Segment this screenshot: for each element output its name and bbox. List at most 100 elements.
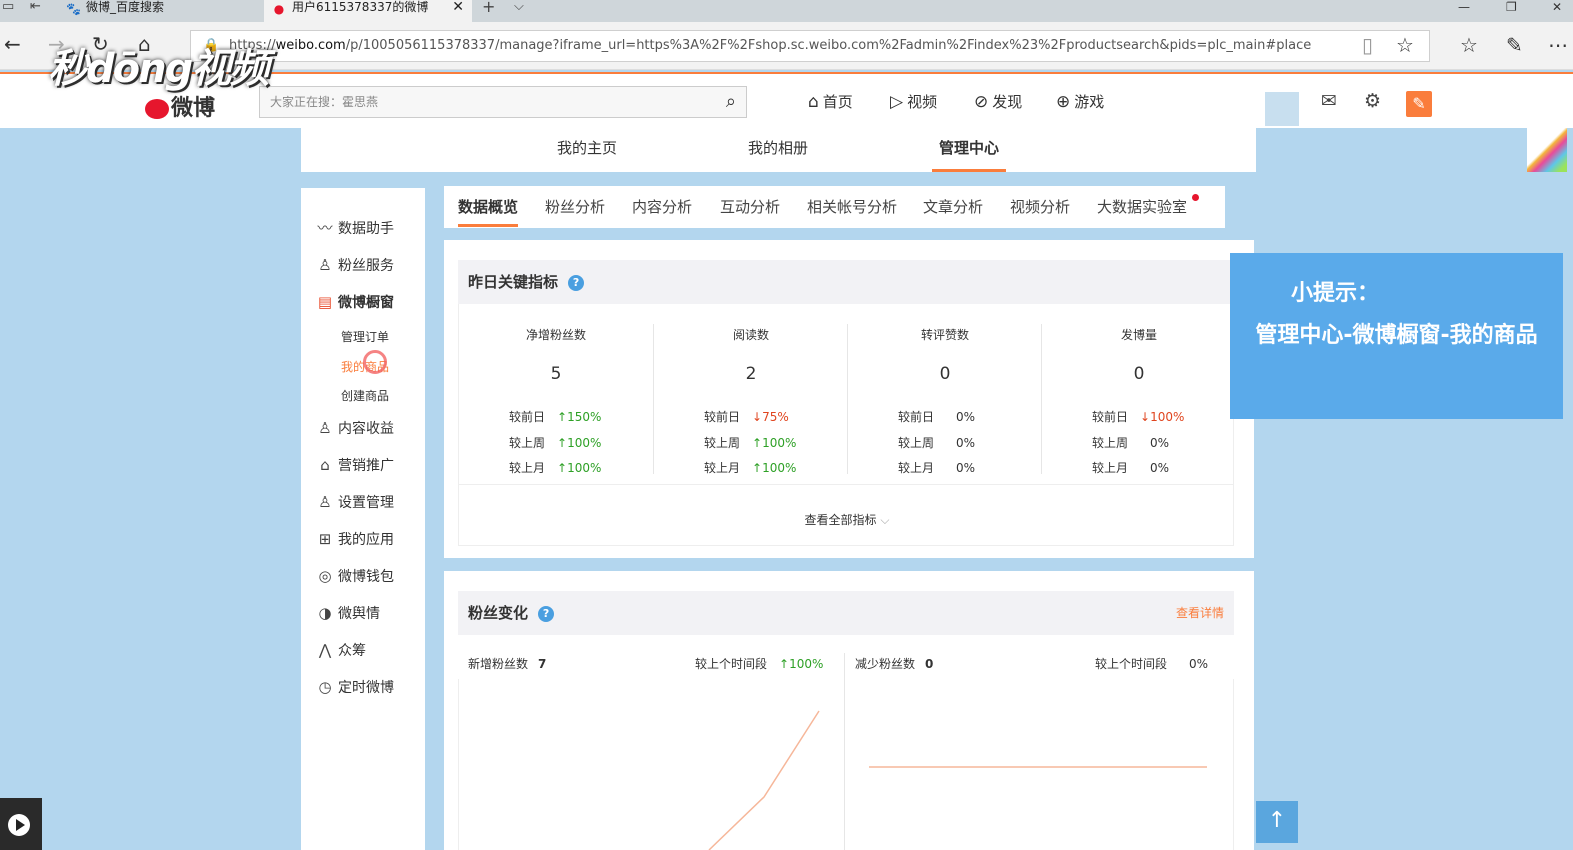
browser-tab-baidu[interactable]: 🐾 微博_百度搜索 bbox=[58, 0, 260, 22]
metric-label: 转评赞数 bbox=[920, 328, 969, 342]
nav-games[interactable]: ⊕ 游戏 bbox=[1056, 92, 1104, 112]
sidebar-item-public-opinion[interactable]: ◑ 微舆情 bbox=[315, 603, 380, 624]
mail-icon[interactable]: ✉ bbox=[1321, 90, 1337, 112]
nav-home[interactable]: ⌂ 首页 bbox=[808, 92, 853, 112]
sidebar-item-wallet[interactable]: ◎ 微博钱包 bbox=[315, 566, 394, 587]
lost-fans-compare: 较上个时间段 0% bbox=[1095, 657, 1208, 671]
back-to-top-button[interactable]: ↑ bbox=[1256, 801, 1298, 843]
more-menu-icon[interactable]: ⋯ bbox=[1548, 34, 1568, 56]
compare-label: 较上月 bbox=[704, 461, 741, 475]
sidebar-item-scheduled-weibo[interactable]: ◷ 定时微博 bbox=[315, 677, 394, 698]
view-details-link[interactable]: 查看详情 bbox=[1176, 605, 1224, 621]
tab-fans-analysis[interactable]: 粉丝分析 bbox=[545, 197, 605, 217]
logo-text: 微博 bbox=[171, 96, 216, 121]
sidebar-sub-manage-orders[interactable]: 管理订单 bbox=[341, 329, 389, 345]
key-metrics-panel: 昨日关键指标? 净增粉丝数 5 较前日 ↑150% 较上周 ↑100% 较上月 ↑10… bbox=[444, 240, 1254, 558]
opinion-icon: ◑ bbox=[318, 604, 332, 622]
sidebar-item-settings[interactable]: ♙ 设置管理 bbox=[315, 492, 394, 513]
url-field[interactable]: 🔒 https://weibo.com/p/1005056115378337/ma… bbox=[190, 30, 1430, 62]
paw-icon: 🐾 bbox=[66, 2, 81, 16]
sidebar-sub-create-product[interactable]: 创建商品 bbox=[341, 388, 389, 404]
metric-compare-row: 较上月 0% bbox=[898, 461, 975, 475]
compose-icon[interactable]: ✎ bbox=[1406, 91, 1432, 117]
search-icon[interactable]: ⌕ bbox=[726, 91, 736, 113]
new-tab-icon[interactable]: + bbox=[482, 0, 495, 15]
play-icon bbox=[8, 814, 30, 836]
sidebar-item-label: 设置管理 bbox=[338, 495, 394, 511]
home-icon: ⌂ bbox=[808, 92, 819, 112]
tab-actions-icon[interactable]: ▭ bbox=[2, 0, 14, 14]
video-play-button[interactable] bbox=[0, 798, 42, 850]
metric-compare-row: 较前日 ↓75% bbox=[704, 410, 789, 424]
minimize-icon[interactable]: — bbox=[1458, 0, 1470, 14]
metric-column: 转评赞数 0 较前日 0% 较上周 0% 较上月 0% bbox=[847, 324, 1041, 475]
view-all-metrics-link[interactable]: 查看全部指标 ⌵ bbox=[459, 511, 1235, 528]
compare-label: 较上周 bbox=[704, 436, 741, 450]
sidebar-item-data-assistant[interactable]: 〰数据助手 bbox=[315, 218, 394, 239]
close-window-icon[interactable]: ✕ bbox=[1552, 0, 1562, 14]
panel-title-text: 昨日关键指标 bbox=[468, 273, 559, 291]
metric-compare-row: 较上月 0% bbox=[1092, 461, 1169, 475]
sidebar-item-label: 数据助手 bbox=[338, 221, 394, 237]
favorite-star-icon[interactable]: ☆ bbox=[1396, 34, 1414, 56]
change-up: ↑100% bbox=[779, 657, 824, 671]
tab-content-analysis[interactable]: 内容分析 bbox=[632, 197, 692, 217]
sidebar-item-content-income[interactable]: ♙ 内容收益 bbox=[315, 418, 394, 439]
sidebar-item-fan-service[interactable]: ♙ 粉丝服务 bbox=[315, 255, 394, 276]
compare-label: 较上周 bbox=[898, 436, 935, 450]
tip-title: 小提示： bbox=[1290, 281, 1379, 306]
wallet-icon: ◎ bbox=[318, 567, 332, 585]
gear-icon[interactable]: ⚙ bbox=[1364, 90, 1381, 112]
tab-big-data-lab[interactable]: 大数据实验室 bbox=[1097, 197, 1187, 217]
change-up: ↑100% bbox=[557, 436, 602, 450]
url-host: weibo.com bbox=[275, 38, 346, 53]
back-arrow-icon[interactable]: ← bbox=[4, 34, 21, 54]
close-tab-icon[interactable]: ✕ bbox=[452, 0, 464, 14]
change-value: 150% bbox=[567, 410, 602, 424]
reading-view-icon[interactable]: ▯ bbox=[1362, 34, 1373, 56]
nav-discover[interactable]: ⊘ 发现 bbox=[974, 92, 1022, 112]
tip-body: 管理中心-微博橱窗-我的商品 bbox=[1255, 323, 1538, 348]
sidebar-item-crowdfunding[interactable]: ⋀ 众筹 bbox=[315, 640, 366, 661]
tab-related-accounts[interactable]: 相关帐号分析 bbox=[807, 197, 897, 217]
panel-title: 粉丝变化? bbox=[468, 603, 555, 623]
change-up: ↑150% bbox=[557, 410, 602, 424]
tab-video-analysis[interactable]: 视频分析 bbox=[1010, 197, 1070, 217]
browser-tab-weibo[interactable]: ● 用户6115378337的微博 ✕ bbox=[264, 0, 472, 22]
tab-article-analysis[interactable]: 文章分析 bbox=[923, 197, 983, 217]
tab-my-home[interactable]: 我的主页 bbox=[557, 138, 617, 158]
change-value: 100% bbox=[762, 436, 797, 450]
panel-footer: 查看全部指标 ⌵ bbox=[458, 484, 1234, 546]
favorites-list-icon[interactable]: ☆ bbox=[1460, 34, 1478, 56]
help-icon[interactable]: ? bbox=[538, 606, 555, 622]
change-value: 100% bbox=[762, 461, 797, 475]
active-tab-underline bbox=[458, 224, 518, 227]
restore-icon[interactable]: ❐ bbox=[1506, 0, 1517, 14]
pen-notes-icon[interactable]: ✎ bbox=[1506, 34, 1523, 56]
search-input[interactable]: 大家正在搜：霍思燕 ⌕ bbox=[259, 86, 747, 118]
sidebar-item-marketing[interactable]: ⌂ 营销推广 bbox=[315, 455, 394, 476]
user-settings-icon: ♙ bbox=[318, 493, 332, 511]
help-icon[interactable]: ? bbox=[568, 275, 585, 291]
timer-icon: ◷ bbox=[318, 678, 332, 696]
avatar[interactable] bbox=[1265, 92, 1299, 126]
change-value: 100% bbox=[1150, 410, 1185, 424]
arrow-up-icon: ↑ bbox=[1267, 808, 1287, 833]
active-tab-underline bbox=[932, 169, 1006, 172]
sidebar-item-label: 粉丝服务 bbox=[338, 258, 394, 274]
tab-list-icon[interactable]: ⌵ bbox=[514, 0, 524, 14]
tab-manage-center[interactable]: 管理中心 bbox=[939, 138, 999, 158]
sidebar-item-weibo-showcase[interactable]: ▤ 微博橱窗 bbox=[315, 292, 394, 313]
tab-my-album[interactable]: 我的相册 bbox=[748, 138, 808, 158]
weibo-logo[interactable]: 微博 bbox=[145, 90, 215, 122]
sidebar-item-my-apps[interactable]: ⊞ 我的应用 bbox=[315, 529, 394, 550]
tab-data-overview[interactable]: 数据概览 bbox=[458, 197, 518, 217]
metric-compare-row: 较上月 ↑100% bbox=[509, 461, 601, 475]
back-tabs-icon[interactable]: ⇤ bbox=[30, 0, 41, 14]
chart-line-icon: 〰 bbox=[317, 219, 333, 237]
nav-video[interactable]: ▷ 视频 bbox=[890, 92, 937, 112]
change-up: ↑100% bbox=[557, 461, 602, 475]
tab-interaction-analysis[interactable]: 互动分析 bbox=[720, 197, 780, 217]
lost-fans-row: 减少粉丝数 0 bbox=[855, 657, 933, 671]
metric-compare-row: 较上周 ↑100% bbox=[704, 436, 796, 450]
